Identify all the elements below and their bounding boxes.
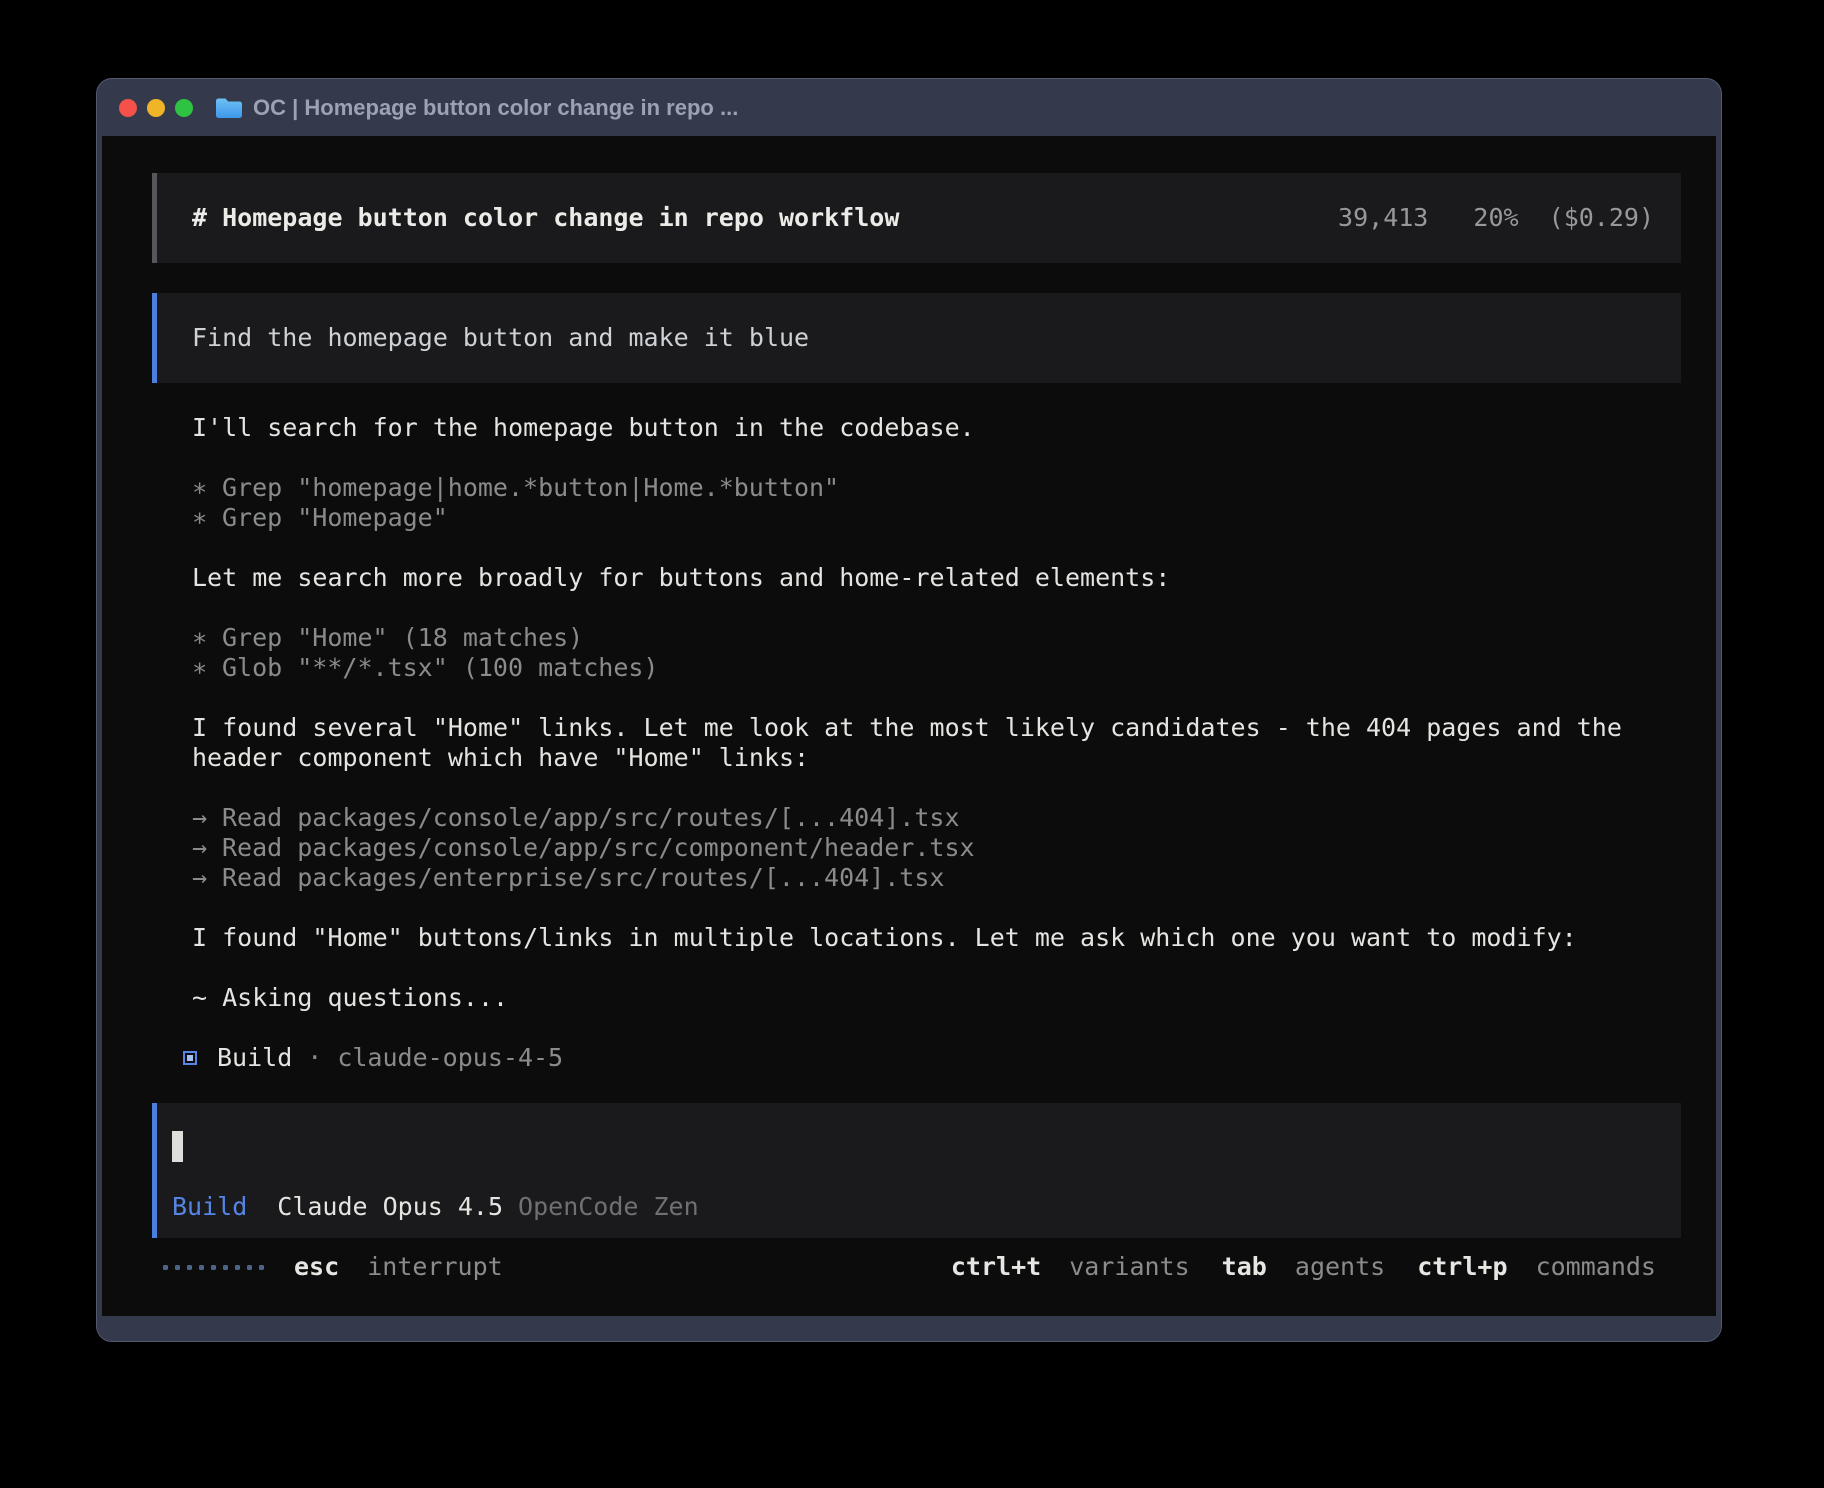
folder-icon bbox=[215, 97, 243, 119]
arrow-right-icon: → bbox=[192, 833, 222, 863]
traffic-lights bbox=[119, 99, 193, 117]
asterisk-icon: ∗ bbox=[192, 653, 222, 683]
shortcut-commands: ctrl+p commands bbox=[1417, 1252, 1656, 1282]
assistant-paragraph: Let me search more broadly for buttons a… bbox=[192, 563, 1652, 593]
working-status: ~ Asking questions... bbox=[192, 983, 1652, 1013]
window-titlebar[interactable]: OC | Homepage button color change in rep… bbox=[97, 79, 1721, 136]
terminal-content[interactable]: # Homepage button color change in repo w… bbox=[102, 136, 1716, 1316]
shortcut-label: variants bbox=[1069, 1252, 1189, 1281]
progress-dot bbox=[259, 1265, 264, 1270]
text-cursor bbox=[172, 1131, 183, 1162]
dot-separator: · bbox=[307, 1043, 322, 1073]
progress-dot bbox=[187, 1265, 192, 1270]
context-percent: 20% bbox=[1473, 203, 1518, 232]
shortcut-hints: ctrl+t variants tab agents ctrl+p comman… bbox=[951, 1252, 1656, 1282]
shortcut-key: ctrl+p bbox=[1417, 1252, 1507, 1281]
progress-dot bbox=[223, 1265, 228, 1270]
tool-call-read: → Read packages/console/app/src/routes/[… bbox=[192, 803, 1652, 833]
provider-indicator: OpenCode Zen bbox=[518, 1192, 699, 1222]
tool-call-label: Grep "Homepage" bbox=[222, 503, 448, 533]
agent-badge: Build · claude-opus-4-5 bbox=[183, 1043, 1681, 1073]
progress-dot bbox=[175, 1265, 180, 1270]
shortcut-label: interrupt bbox=[367, 1252, 502, 1281]
arrow-right-icon: → bbox=[192, 803, 222, 833]
shortcut-interrupt: esc interrupt bbox=[294, 1252, 503, 1282]
user-message-text: Find the homepage button and make it blu… bbox=[192, 323, 809, 353]
maximize-button[interactable] bbox=[175, 99, 193, 117]
token-count: 39,413 bbox=[1338, 203, 1428, 232]
shortcut-variants: ctrl+t variants bbox=[951, 1252, 1190, 1282]
user-message: Find the homepage button and make it blu… bbox=[152, 293, 1681, 383]
asterisk-icon: ∗ bbox=[192, 503, 222, 533]
tool-call-glob: ∗ Glob "**/*.tsx" (100 matches) bbox=[192, 653, 1652, 683]
shortcut-key: esc bbox=[294, 1252, 339, 1281]
assistant-paragraph: I found "Home" buttons/links in multiple… bbox=[192, 923, 1652, 953]
tool-call-read: → Read packages/console/app/src/componen… bbox=[192, 833, 1652, 863]
model-indicator[interactable]: Claude Opus 4.5 bbox=[277, 1192, 503, 1222]
tool-call-grep: ∗ Grep "homepage|home.*button|Home.*butt… bbox=[192, 473, 1652, 503]
tool-call-label: Glob "**/*.tsx" (100 matches) bbox=[222, 653, 659, 683]
asterisk-icon: ∗ bbox=[192, 623, 222, 653]
tool-call-read: → Read packages/enterprise/src/routes/[.… bbox=[192, 863, 1652, 893]
shortcut-label: commands bbox=[1536, 1252, 1656, 1281]
tool-call-group: ∗ Grep "homepage|home.*button|Home.*butt… bbox=[192, 473, 1652, 533]
input-footer: Build Claude Opus 4.5 OpenCode Zen bbox=[172, 1192, 1666, 1222]
mode-indicator[interactable]: Build bbox=[172, 1192, 247, 1222]
tool-call-label: Grep "Home" (18 matches) bbox=[222, 623, 583, 653]
session-cost: ($0.29) bbox=[1549, 203, 1654, 232]
window-title: OC | Homepage button color change in rep… bbox=[253, 95, 738, 121]
close-button[interactable] bbox=[119, 99, 137, 117]
terminal-window: OC | Homepage button color change in rep… bbox=[96, 78, 1722, 1342]
progress-dot bbox=[247, 1265, 252, 1270]
assistant-paragraph: I found several "Home" links. Let me loo… bbox=[192, 713, 1652, 773]
progress-dot bbox=[163, 1265, 168, 1270]
tool-call-group: → Read packages/console/app/src/routes/[… bbox=[192, 803, 1652, 893]
tool-call-grep: ∗ Grep "Homepage" bbox=[192, 503, 1652, 533]
shortcut-key: tab bbox=[1222, 1252, 1267, 1281]
prompt-input[interactable]: Build Claude Opus 4.5 OpenCode Zen bbox=[152, 1103, 1681, 1238]
status-bar: esc interrupt ctrl+t variants tab agents… bbox=[152, 1252, 1681, 1282]
progress-dot bbox=[235, 1265, 240, 1270]
session-header: # Homepage button color change in repo w… bbox=[152, 173, 1681, 263]
shortcut-agents: tab agents bbox=[1222, 1252, 1386, 1282]
session-stats: 39,413 20% ($0.29) bbox=[1338, 203, 1654, 233]
shortcut-key: ctrl+t bbox=[951, 1252, 1041, 1281]
progress-dot bbox=[199, 1265, 204, 1270]
tool-call-label: Read packages/console/app/src/routes/[..… bbox=[222, 803, 960, 833]
tool-call-group: ∗ Grep "Home" (18 matches) ∗ Glob "**/*.… bbox=[192, 623, 1652, 683]
agent-model: claude-opus-4-5 bbox=[337, 1043, 563, 1073]
progress-dots bbox=[163, 1265, 264, 1270]
agent-square-icon bbox=[183, 1051, 197, 1065]
session-title: # Homepage button color change in repo w… bbox=[192, 203, 899, 233]
window-bottom-edge bbox=[97, 1316, 1721, 1341]
tool-call-label: Grep "homepage|home.*button|Home.*button… bbox=[222, 473, 839, 503]
minimize-button[interactable] bbox=[147, 99, 165, 117]
shortcut-label: agents bbox=[1295, 1252, 1385, 1281]
progress-dot bbox=[211, 1265, 216, 1270]
tool-call-label: Read packages/enterprise/src/routes/[...… bbox=[222, 863, 944, 893]
arrow-right-icon: → bbox=[192, 863, 222, 893]
agent-name: Build bbox=[217, 1043, 292, 1073]
tool-call-label: Read packages/console/app/src/component/… bbox=[222, 833, 975, 863]
assistant-message: I'll search for the homepage button in t… bbox=[192, 413, 1652, 1013]
tool-call-grep: ∗ Grep "Home" (18 matches) bbox=[192, 623, 1652, 653]
asterisk-icon: ∗ bbox=[192, 473, 222, 503]
assistant-paragraph: I'll search for the homepage button in t… bbox=[192, 413, 1652, 443]
